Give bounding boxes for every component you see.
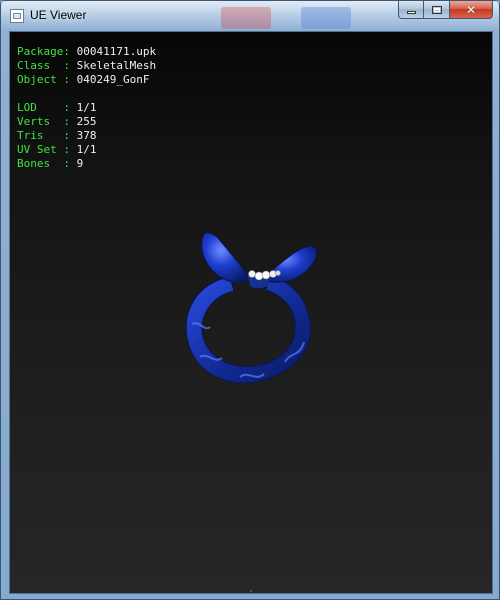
info-separator: : [63, 129, 77, 142]
maximize-icon [431, 5, 442, 14]
info-label: UV Set [17, 143, 64, 156]
minimize-button[interactable] [398, 1, 424, 19]
info-row-object: Object : 040249_GonF [17, 73, 156, 87]
info-row-package: Package: 00041171.upk [17, 45, 156, 59]
info-separator: : [63, 157, 77, 170]
info-row-verts: Verts : 255 [17, 115, 156, 129]
info-value: SkeletalMesh [76, 59, 157, 72]
info-value: 9 [76, 157, 84, 170]
info-value: 1/1 [76, 143, 97, 156]
info-separator: : [63, 115, 77, 128]
info-label: Package [17, 45, 64, 58]
minimize-icon [406, 11, 416, 14]
info-label: LOD [17, 101, 64, 114]
info-row-tris: Tris : 378 [17, 129, 156, 143]
ring-band [185, 275, 312, 384]
close-icon: ✕ [465, 2, 477, 17]
info-label: Tris [17, 129, 64, 142]
glass-blob [221, 7, 271, 29]
info-separator: : [63, 45, 77, 58]
3d-viewport[interactable]: Package: 00041171.upk Class : SkeletalMe… [9, 31, 493, 594]
info-separator: : [63, 143, 77, 156]
mesh-info-overlay: Package: 00041171.upk Class : SkeletalMe… [17, 45, 156, 171]
glass-blob [301, 7, 351, 29]
info-value: 255 [76, 115, 97, 128]
caption-buttons: ✕ [398, 1, 493, 20]
info-row-class: Class : SkeletalMesh [17, 59, 156, 73]
maximize-button[interactable] [424, 1, 450, 19]
info-value: 00041171.upk [76, 45, 157, 58]
title-bar[interactable]: UE Viewer ✕ [1, 1, 499, 31]
info-separator: : [63, 101, 77, 114]
blue-ribbon-ring-icon[interactable] [170, 192, 320, 402]
info-value: 1/1 [76, 101, 97, 114]
info-separator: : [63, 59, 77, 72]
app-window-icon[interactable] [10, 9, 24, 23]
info-label: Verts [17, 115, 64, 128]
app-window: UE Viewer ✕ Package: 00041171.upk Class … [0, 0, 500, 600]
info-value: 040249_GonF [76, 73, 150, 86]
window-title: UE Viewer [30, 8, 87, 22]
info-label: Class [17, 59, 64, 72]
info-value: 378 [76, 129, 97, 142]
info-row-uvset: UV Set : 1/1 [17, 143, 156, 157]
left-bow-loop [201, 232, 251, 283]
info-separator: : [63, 73, 77, 86]
info-row-lod: LOD : 1/1 [17, 101, 156, 115]
info-row-bones: Bones : 9 [17, 157, 156, 171]
viewport-pivot-marker [250, 590, 252, 592]
close-button[interactable]: ✕ [450, 1, 493, 19]
info-label: Object [17, 73, 64, 86]
info-label: Bones [17, 157, 64, 170]
